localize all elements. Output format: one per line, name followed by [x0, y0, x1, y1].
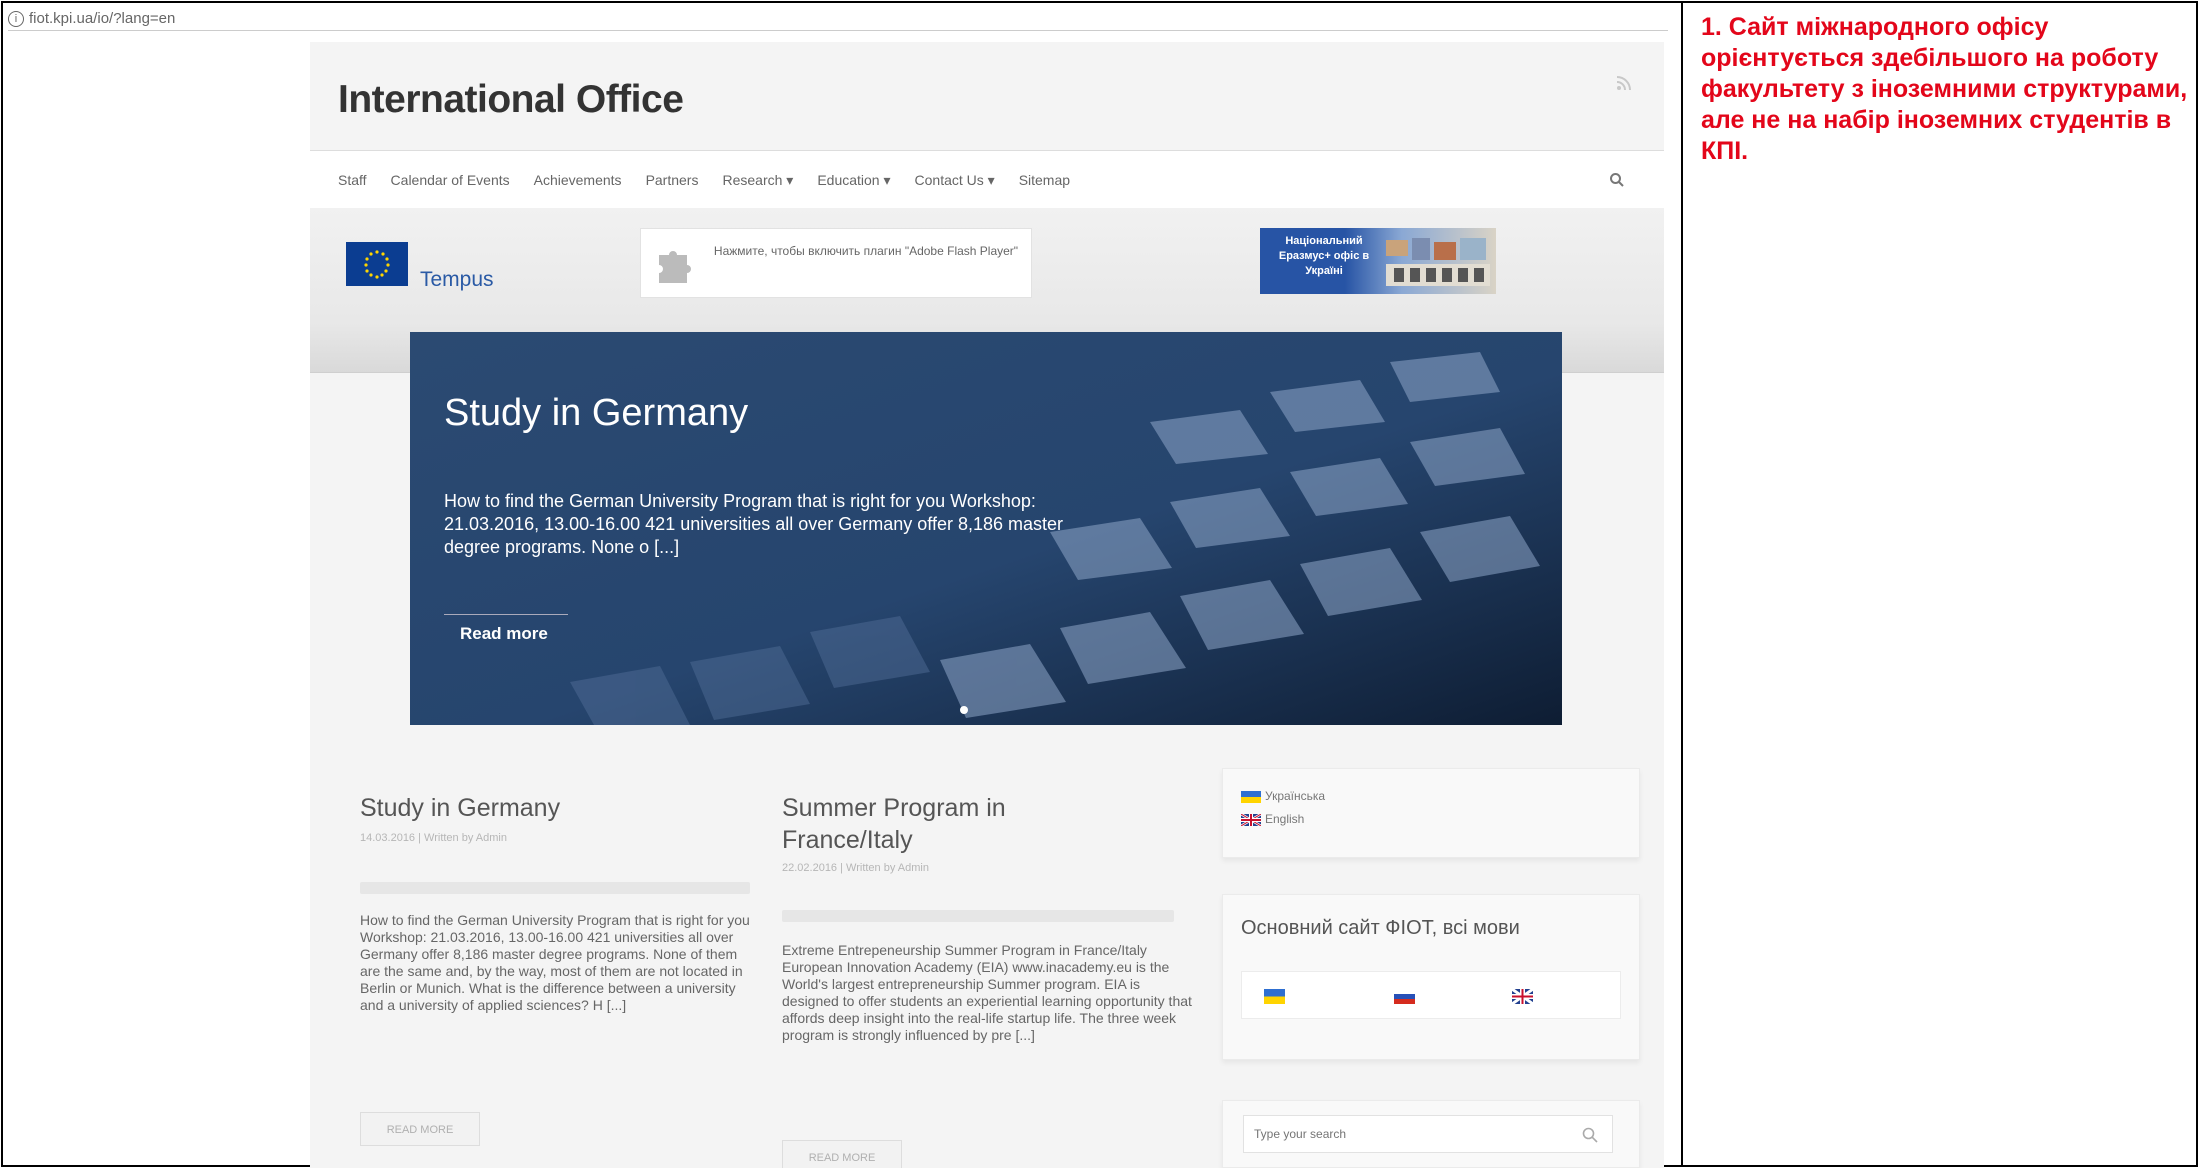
- annotation-note: 1. Сайт міжнародного офісу орієнтується …: [1701, 13, 2188, 165]
- post-meta: 22.02.2016 | Written by Admin: [782, 862, 929, 874]
- hero-title[interactable]: Study in Germany: [444, 392, 748, 435]
- rss-icon[interactable]: [1615, 74, 1633, 92]
- nav-item-research[interactable]: Research ▾: [722, 172, 793, 189]
- url-text: fiot.kpi.ua/io/?lang=en: [29, 10, 176, 27]
- read-more-button[interactable]: READ MORE: [782, 1140, 902, 1168]
- uk-flag-icon[interactable]: [1512, 989, 1533, 1004]
- main-nav: Staff Calendar of Events Achievements Pa…: [310, 150, 1664, 210]
- post-title[interactable]: Summer Program in France/Italy: [782, 792, 1142, 856]
- main-site-widget: Основний сайт ФІОТ, всі мови: [1222, 894, 1640, 1060]
- erasmus-banner-text: Національний Еразмус+ офіс в Україні: [1278, 235, 1370, 277]
- hero-divider: [444, 614, 568, 615]
- hero-slider[interactable]: Study in Germany How to find the German …: [410, 332, 1562, 725]
- post-excerpt: How to find the German University Progra…: [360, 912, 750, 1013]
- post-meta: 14.03.2016 | Written by Admin: [360, 832, 507, 844]
- uk-flag-icon: [1241, 813, 1261, 826]
- post-divider: [782, 910, 1174, 922]
- search-icon[interactable]: [1581, 1126, 1599, 1144]
- flash-plugin-placeholder[interactable]: Нажмите, чтобы включить плагин "Adobe Fl…: [640, 228, 1032, 298]
- puzzle-icon: [659, 251, 691, 283]
- language-item-ukrainian[interactable]: Українська: [1241, 785, 1325, 808]
- slider-dot[interactable]: [960, 706, 968, 714]
- tempus-logo-text[interactable]: Tempus: [420, 268, 494, 292]
- address-bar[interactable]: i fiot.kpi.ua/io/?lang=en: [8, 8, 1668, 31]
- eu-flag-icon[interactable]: [346, 242, 408, 286]
- language-item-english[interactable]: English: [1241, 808, 1325, 831]
- flash-plugin-text: Нажмите, чтобы включить плагин "Adobe Fl…: [713, 244, 1019, 258]
- post-excerpt: Extreme Entrepeneurship Summer Program i…: [782, 942, 1192, 1043]
- ukraine-flag-icon: [1241, 790, 1261, 803]
- nav-item-education[interactable]: Education ▾: [817, 172, 890, 189]
- widget-title: Основний сайт ФІОТ, всі мови: [1241, 917, 1520, 939]
- nav-item-contact[interactable]: Contact Us ▾: [915, 172, 995, 189]
- search-icon[interactable]: [1608, 171, 1626, 189]
- nav-item-achievements[interactable]: Achievements: [534, 172, 622, 188]
- post-title[interactable]: Study in Germany: [360, 792, 740, 824]
- language-flag-row: [1241, 971, 1621, 1019]
- nav-item-calendar[interactable]: Calendar of Events: [391, 172, 510, 188]
- ukraine-flag-icon[interactable]: [1264, 989, 1285, 1004]
- search-input[interactable]: [1243, 1115, 1613, 1153]
- language-label: English: [1265, 812, 1305, 826]
- nav-item-partners[interactable]: Partners: [646, 172, 699, 188]
- column-divider: [1681, 1, 1683, 1167]
- erasmus-collage-image: [1386, 238, 1490, 286]
- nav-item-sitemap[interactable]: Sitemap: [1019, 172, 1070, 188]
- hero-excerpt: How to find the German University Progra…: [444, 491, 1064, 557]
- read-more-button[interactable]: READ MORE: [360, 1112, 480, 1146]
- language-label: Українська: [1265, 789, 1326, 803]
- russia-flag-icon[interactable]: [1394, 989, 1415, 1004]
- nav-item-staff[interactable]: Staff: [338, 172, 367, 188]
- info-icon[interactable]: i: [8, 11, 24, 28]
- hero-read-more-button[interactable]: Read more: [460, 624, 548, 644]
- website-screenshot: International Office Staff Calendar of E…: [310, 42, 1664, 1168]
- erasmus-office-banner[interactable]: Національний Еразмус+ офіс в Україні: [1260, 228, 1496, 294]
- post-divider: [360, 882, 750, 894]
- search-widget: [1222, 1100, 1640, 1168]
- language-switcher-widget: Українська English: [1222, 768, 1640, 858]
- site-title[interactable]: International Office: [338, 78, 684, 122]
